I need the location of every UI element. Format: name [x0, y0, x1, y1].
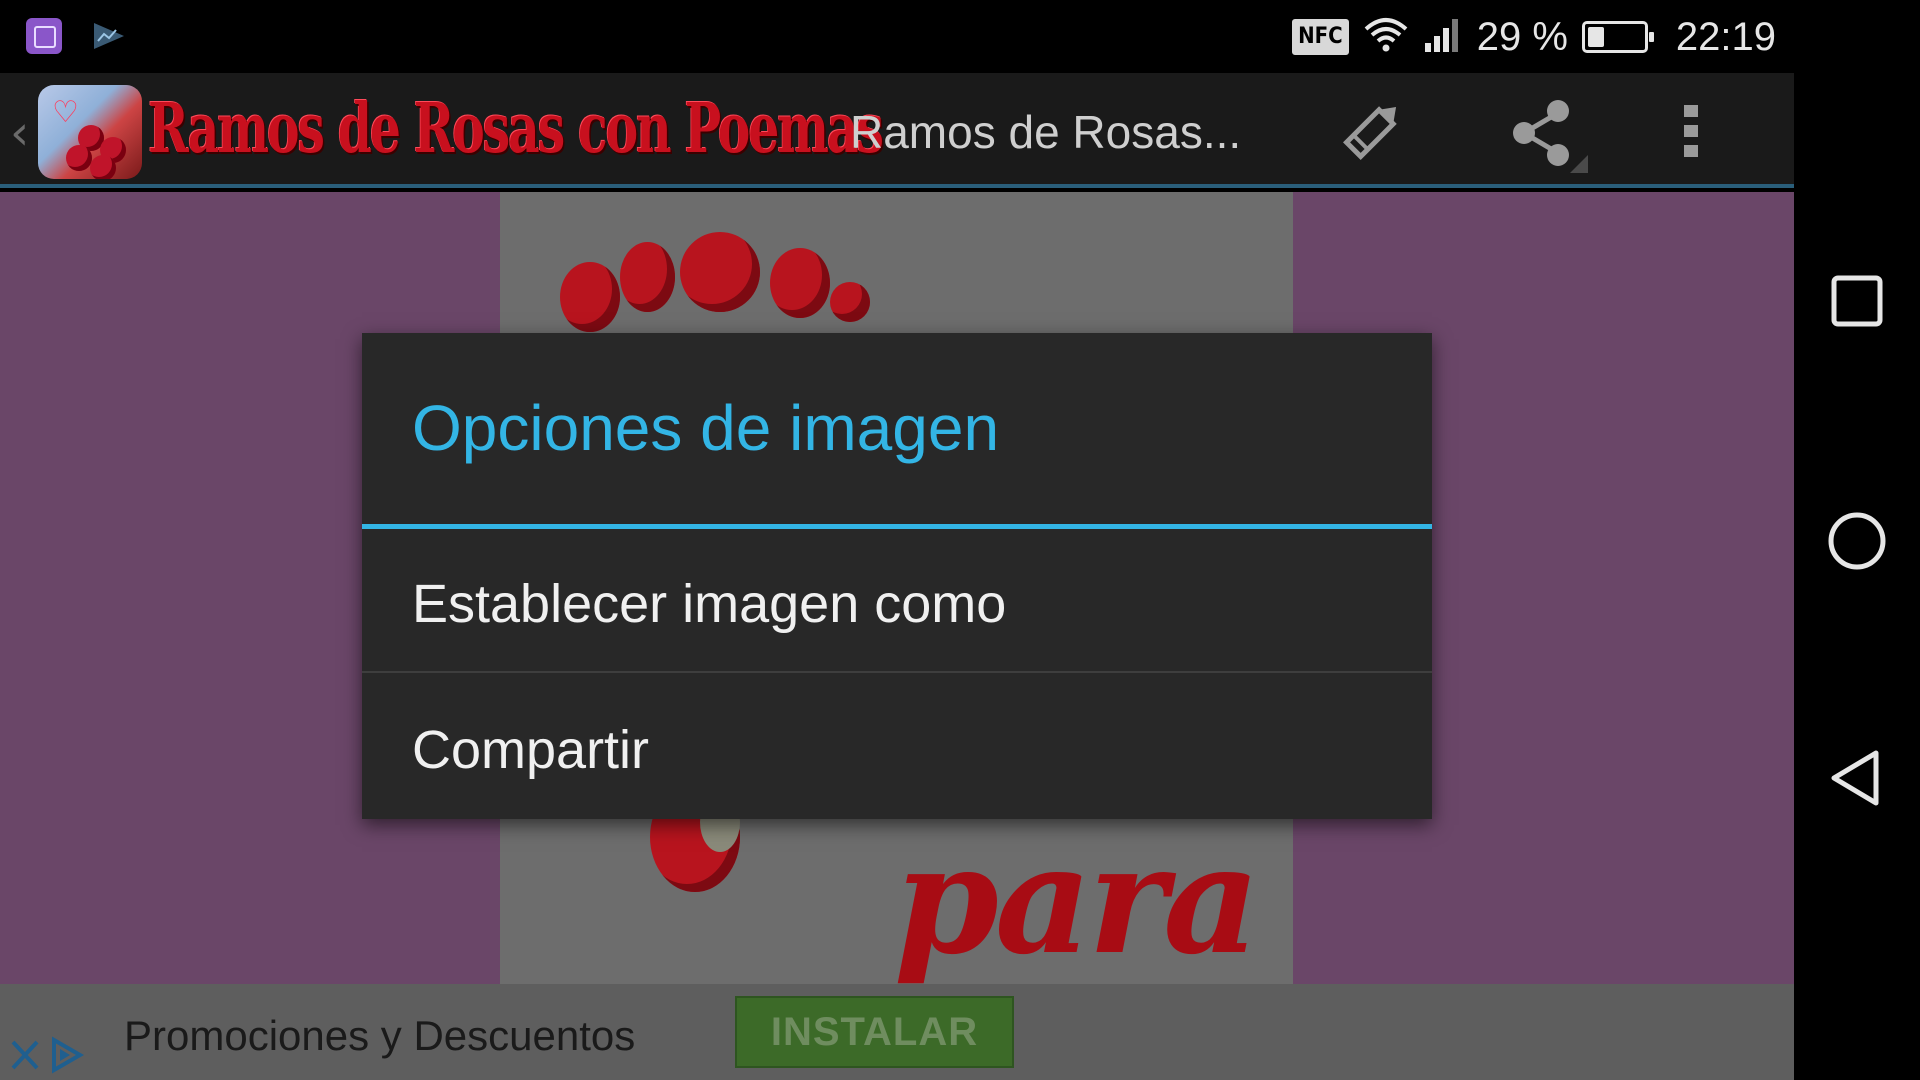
nfc-icon: NFC — [1292, 19, 1349, 55]
share-option-label: Compartir — [412, 720, 650, 780]
image-caption: para ti! — [894, 812, 1293, 984]
share-option[interactable]: Compartir — [362, 675, 1432, 819]
wifi-icon — [1363, 17, 1409, 57]
heart-icon: ♡ — [52, 95, 79, 130]
up-navigation-icon[interactable]: ‹ — [10, 105, 29, 161]
set-image-as-label: Establecer imagen como — [412, 574, 1007, 634]
pencil-icon[interactable] — [1332, 95, 1412, 167]
overflow-menu-icon[interactable] — [1672, 95, 1712, 167]
status-bar: NFC 29 % 22:19 — [0, 0, 1794, 73]
play-store-icon — [92, 21, 126, 51]
appbar-subtitle: Ramos de Rosas... — [850, 106, 1242, 158]
battery-percent: 29 % — [1476, 14, 1568, 59]
adchoices-icon[interactable] — [48, 1036, 85, 1078]
image-options-dialog: Opciones de imagen Establecer imagen com… — [362, 333, 1432, 819]
ad-text: Promociones y Descuentos — [124, 1012, 636, 1059]
install-button[interactable]: INSTALAR — [735, 996, 1014, 1068]
clock: 22:19 — [1675, 14, 1776, 59]
app-bar: ‹ ♡ Ramos de Rosas con Poemas Ramos de R… — [0, 73, 1794, 188]
back-icon[interactable] — [1824, 745, 1890, 811]
install-button-label: INSTALAR — [770, 1009, 979, 1054]
battery-icon — [1581, 21, 1654, 53]
share-icon[interactable] — [1500, 95, 1588, 173]
brand-title: Ramos de Rosas con Poemas — [148, 89, 884, 169]
notification-icons — [26, 18, 126, 54]
app-logo[interactable]: ♡ — [38, 85, 142, 179]
signal-icon — [1423, 17, 1463, 57]
battery-level — [1587, 27, 1604, 47]
system-indicators: NFC 29 % 22:19 — [1292, 12, 1794, 62]
set-image-as-option[interactable]: Establecer imagen como — [362, 529, 1432, 673]
close-icon[interactable] — [8, 1036, 42, 1078]
dialog-title: Opciones de imagen — [412, 392, 1000, 464]
gallery-icon — [26, 18, 62, 54]
navigation-bar — [1794, 0, 1920, 1080]
recents-icon[interactable] — [1824, 268, 1890, 334]
ad-choices[interactable] — [4, 1034, 90, 1080]
ad-banner[interactable]: Promociones y Descuentos INSTALAR — [0, 984, 1794, 1080]
home-icon[interactable] — [1824, 508, 1890, 574]
